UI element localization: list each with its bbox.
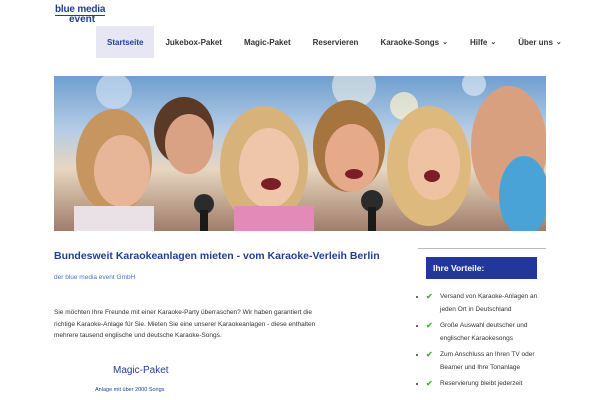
chevron-down-icon: ⌄: [555, 39, 562, 46]
advantage-text: Versand von Karaoke-Anlagen an jeden Ort…: [440, 293, 538, 313]
nav-item-hilfe[interactable]: Hilfe ⌄: [459, 26, 507, 58]
nav-label: Reservieren: [312, 37, 359, 47]
nav-label: Magic-Paket: [243, 37, 291, 47]
advantage-text: Reservierung bleibt jederzeit: [440, 380, 523, 387]
logo-underline: [55, 15, 105, 16]
nav-label: Über uns: [518, 37, 553, 47]
package-title[interactable]: Magic-Paket: [113, 365, 169, 376]
nav-label: Jukebox-Paket: [165, 37, 222, 47]
nav-label: Startseite: [107, 37, 144, 47]
nav-item-jukebox-paket[interactable]: Jukebox-Paket: [154, 26, 232, 58]
advantage-text: Zum Anschluss an Ihren TV oder Beamer un…: [440, 351, 535, 371]
check-icon: ✔: [426, 379, 433, 388]
hero-image: [54, 76, 546, 231]
package-subtitle: Anlage mit über 2000 Songs: [95, 387, 165, 393]
intro-line: Sie möchten Ihre Freunde mit einer Karao…: [54, 309, 312, 316]
nav-item-magic-paket[interactable]: Magic-Paket: [233, 26, 302, 58]
logo-line2: event: [69, 14, 96, 25]
intro-line: richtige Karaoke-Anlage für Sie. Mieten …: [54, 320, 316, 328]
nav-item-startseite[interactable]: Startseite: [96, 26, 155, 58]
site-logo[interactable]: blue media event: [55, 5, 115, 27]
company-link[interactable]: der blue media event GmbH: [54, 274, 135, 281]
main-nav: Startseite Jukebox-Paket Magic-Paket Res…: [96, 26, 573, 58]
check-icon: ✔: [426, 350, 433, 359]
intro-line: mehrere tausend englische und deutsche K…: [54, 332, 222, 339]
sidebar-divider: [418, 248, 546, 249]
nav-label: Hilfe: [470, 37, 488, 47]
sidebar-heading: Ihre Vorteile:: [426, 257, 537, 279]
chevron-down-icon: ⌄: [442, 39, 448, 46]
sidebar-heading-label: Ihre Vorteile:: [433, 263, 485, 273]
check-icon: ✔: [426, 321, 433, 330]
list-item: ✔ Versand von Karaoke-Anlagen an jeden O…: [426, 291, 546, 316]
intro-paragraph: Sie möchten Ihre Freunde mit einer Karao…: [54, 307, 324, 342]
list-item: ✔ Reservierung bleibt jederzeit: [426, 378, 546, 391]
nav-label: Karaoke-Songs: [380, 37, 440, 47]
advantages-list: ✔ Versand von Karaoke-Anlagen an jeden O…: [426, 291, 546, 395]
chevron-down-icon: ⌄: [490, 39, 497, 46]
nav-item-ueber-uns[interactable]: Über uns ⌄: [507, 26, 573, 58]
site-header: blue media event Startseite Jukebox-Pake…: [0, 0, 600, 70]
list-item: ✔ Zum Anschluss an Ihren TV oder Beamer …: [426, 349, 546, 374]
nav-item-karaoke-songs[interactable]: Karaoke-Songs ⌄: [369, 26, 459, 58]
check-icon: ✔: [426, 292, 433, 301]
hero-illustration: [74, 76, 546, 231]
advantage-text: Große Auswahl deutscher und englischer K…: [440, 322, 528, 342]
nav-item-reservieren[interactable]: Reservieren: [302, 26, 370, 58]
list-item: ✔ Große Auswahl deutscher und englischer…: [426, 320, 546, 345]
page-title: Bundesweit Karaokeanlagen mieten - vom K…: [54, 250, 380, 262]
